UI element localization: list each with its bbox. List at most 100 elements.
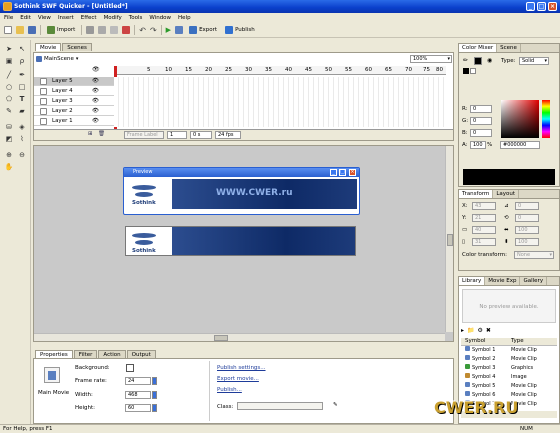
new-icon[interactable]	[4, 26, 12, 34]
tab-gallery[interactable]: Gallery	[520, 277, 548, 285]
layer-row[interactable]: Layer 3 👁	[34, 97, 114, 106]
fill-transform-icon[interactable]: ◩	[4, 134, 14, 144]
library-row[interactable]: Symbol 1 Movie Clip	[465, 346, 558, 355]
menu-help[interactable]: Help	[178, 15, 191, 23]
properties-icon[interactable]: ⚙	[478, 327, 483, 334]
stroke-color-swatch[interactable]	[474, 57, 482, 65]
library-row[interactable]: Symbol 5 Movie Clip	[465, 382, 558, 391]
frames-grid[interactable]	[114, 77, 446, 127]
g-field[interactable]: 0	[470, 117, 492, 125]
library-row[interactable]: Symbol 3 Graphics	[465, 364, 558, 373]
tab-scenes[interactable]: Scenes	[62, 43, 92, 51]
scroll-thumb[interactable]	[214, 335, 228, 341]
paint-bucket-icon[interactable]: ◈	[17, 122, 27, 132]
add-layer-icon[interactable]: ⊞	[88, 131, 93, 137]
menu-effect[interactable]: Effect	[81, 15, 97, 23]
eye-icon[interactable]: 👁	[92, 107, 99, 116]
tab-properties[interactable]: Properties	[35, 350, 73, 358]
width-field[interactable]: 468	[125, 391, 151, 399]
tab-movie-explorer[interactable]: Movie Exp	[485, 277, 521, 285]
subselect-tool-icon[interactable]: ↖	[17, 44, 27, 54]
stroke-color-icon[interactable]: ✏	[463, 57, 468, 64]
white-swatch-icon[interactable]	[470, 68, 476, 74]
r-field[interactable]: 0	[470, 105, 492, 113]
tab-layout[interactable]: Layout	[493, 190, 520, 198]
h-field[interactable]: 31	[472, 238, 496, 246]
hue-slider[interactable]	[542, 100, 550, 138]
type-select[interactable]: Solid ▾	[519, 57, 549, 65]
delete-icon[interactable]	[122, 26, 131, 34]
undo-icon[interactable]: ↶	[139, 26, 146, 35]
lasso-tool-icon[interactable]: ρ	[17, 56, 27, 66]
tab-scene[interactable]: Scene	[497, 44, 521, 52]
scale1-field[interactable]: 100	[515, 226, 539, 234]
frame-label-field[interactable]: Frame Label	[124, 131, 164, 139]
menu-tools[interactable]: Tools	[129, 15, 143, 23]
maximize-icon[interactable]: □	[339, 169, 346, 176]
w-field[interactable]: 40	[472, 226, 496, 234]
frame-ruler[interactable]: 5 10 15 20 25 30 35 40 45 50 55 60 65 70…	[114, 66, 446, 131]
preview-icon[interactable]	[175, 26, 184, 34]
layer-row[interactable]: Layer 5 👁	[34, 77, 114, 86]
background-color-swatch[interactable]	[126, 364, 134, 372]
menu-insert[interactable]: Insert	[58, 15, 74, 23]
menu-window[interactable]: Window	[149, 15, 171, 23]
eye-icon[interactable]: 👁	[92, 97, 99, 106]
export-movie-link[interactable]: Export movie...	[217, 376, 259, 382]
publish-link[interactable]: Publish...	[217, 387, 242, 393]
scroll-thumb[interactable]	[447, 234, 453, 246]
open-icon[interactable]	[16, 26, 24, 34]
hex-field[interactable]: #000000	[500, 141, 540, 149]
layer-row[interactable]: Layer 1 👁	[34, 117, 114, 126]
eye-icon[interactable]: 👁	[92, 117, 99, 126]
class-field[interactable]	[237, 402, 323, 410]
save-icon[interactable]	[28, 26, 36, 34]
width-dropdown[interactable]	[152, 391, 157, 399]
pen-tool-icon[interactable]: ✒	[17, 70, 27, 80]
maximize-button[interactable]: □	[537, 2, 546, 11]
pencil-tool-icon[interactable]: ✎	[4, 106, 14, 116]
stage-area[interactable]: Preview _ □ × Sothink WWW.CWER.ru Sothin…	[33, 145, 454, 342]
eye-icon[interactable]: 👁	[92, 87, 99, 96]
polygon-tool-icon[interactable]: ⬠	[4, 94, 14, 104]
paste-icon[interactable]	[110, 26, 119, 34]
x-field[interactable]: 43	[472, 202, 496, 210]
play-icon[interactable]: ▶	[166, 26, 171, 34]
symbol-column-header[interactable]: Symbol	[461, 338, 511, 345]
black-swatch-icon[interactable]	[463, 68, 469, 74]
library-row[interactable]: Symbol 4 Image	[465, 373, 558, 382]
scale2-field[interactable]: 100	[515, 238, 539, 246]
delete-layer-icon[interactable]: 🗑	[98, 131, 105, 137]
new-folder-icon[interactable]: 📁	[467, 327, 474, 334]
tab-movie[interactable]: Movie	[35, 43, 62, 51]
hand-tool-icon[interactable]: ✋	[4, 162, 14, 172]
layer-row[interactable]: Layer 2 👁	[34, 107, 114, 116]
angle2-field[interactable]: 0	[515, 214, 539, 222]
delete-icon[interactable]: ✖	[486, 327, 491, 334]
zoom-out-icon[interactable]: ⊖	[17, 150, 27, 160]
cut-icon[interactable]	[86, 26, 95, 34]
minimize-icon[interactable]: _	[330, 169, 337, 176]
b-field[interactable]: 0	[470, 129, 492, 137]
eye-icon[interactable]: 👁	[92, 77, 99, 86]
fill-color-icon[interactable]: ◉	[487, 57, 492, 64]
color-picker-square[interactable]	[501, 100, 539, 138]
vertical-scrollbar[interactable]	[445, 146, 453, 332]
minimize-button[interactable]: _	[526, 2, 535, 11]
tab-action[interactable]: Action	[98, 350, 126, 358]
menu-view[interactable]: View	[38, 15, 51, 23]
height-dropdown[interactable]	[152, 404, 157, 412]
tab-filter[interactable]: Filter	[73, 350, 98, 358]
arrow-tool-icon[interactable]: ➤	[4, 44, 14, 54]
menu-file[interactable]: File	[4, 15, 13, 23]
zoom-in-icon[interactable]: ⊕	[4, 150, 14, 160]
horizontal-scrollbar[interactable]	[34, 333, 445, 341]
menu-edit[interactable]: Edit	[20, 15, 31, 23]
export-button[interactable]: Export	[187, 25, 219, 36]
rectangle-tool-icon[interactable]: □	[17, 82, 27, 92]
scene-selector[interactable]: MainScene ▾	[36, 55, 78, 63]
tab-color-mixer[interactable]: Color Mixer	[459, 44, 498, 52]
framerate-dropdown[interactable]	[152, 377, 157, 385]
import-button[interactable]: Import	[45, 25, 77, 36]
text-tool-icon[interactable]: T	[17, 94, 27, 104]
